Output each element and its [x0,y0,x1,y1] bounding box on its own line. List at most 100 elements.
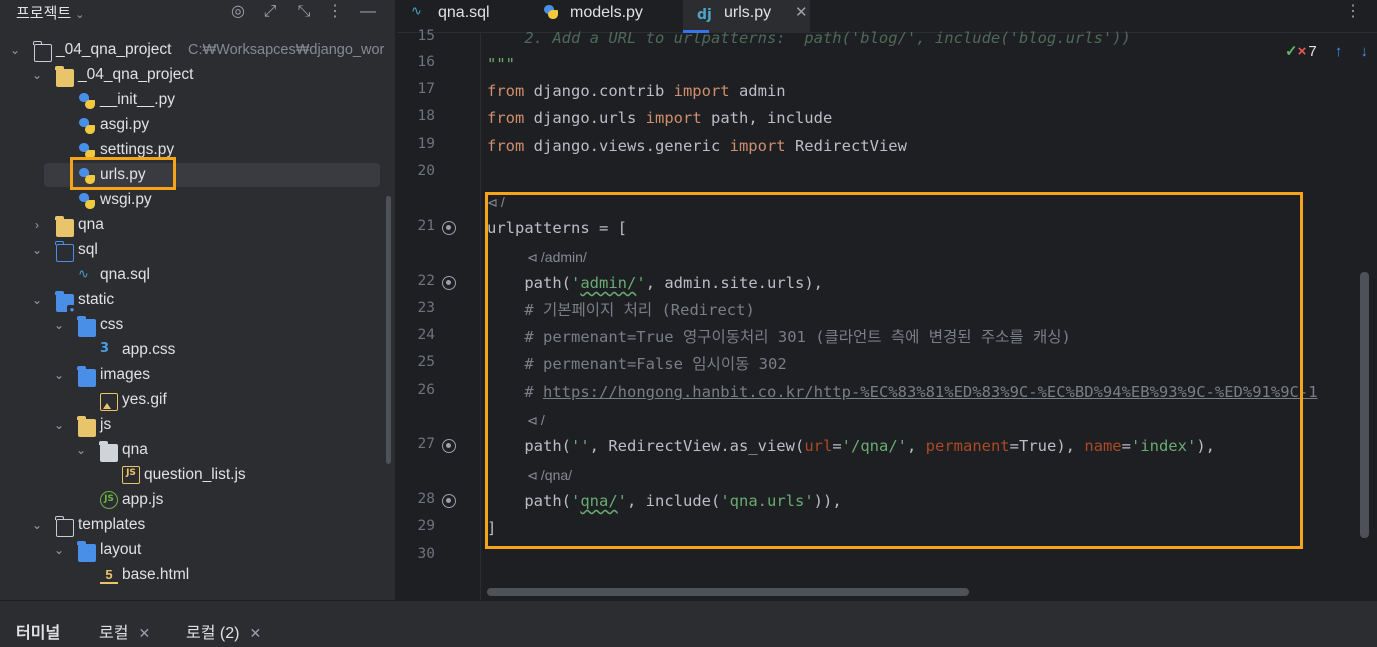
terminal-tab-local-2[interactable]: 로컬 (2) ✕ [186,619,261,643]
tree-item[interactable]: JS app.js [0,488,395,513]
folder-icon [33,41,52,62]
tree-item[interactable]: ⌄ js [0,413,395,438]
target-icon[interactable]: ◎ [228,2,248,22]
line-number: 22 [417,273,435,289]
code-line[interactable]: from django.views.generic import Redirec… [487,135,907,157]
line-number-gutter: 15 16 17 18 19 20 21 22 23 24 25 26 27 28 29 30 [397,28,481,600]
terminal-tab-local[interactable]: 로컬 ✕ [99,619,150,643]
tree-item[interactable]: ⌄ ● static [0,288,395,315]
tree-item[interactable]: ∿ qna.sql [0,263,395,288]
project-view-selector[interactable]: 프로젝트 ⌄ [16,2,84,23]
sidebar-scrollbar[interactable] [386,196,391,464]
tree-item[interactable]: ⌄ images [0,363,395,388]
tab-label: urls.py [724,4,772,21]
previous-highlight-icon[interactable]: ↑ [1335,43,1343,60]
tree-item[interactable]: › qna [0,213,395,238]
url-endpoint-icon[interactable] [442,221,456,235]
code-line[interactable]: from django.contrib import admin [487,80,786,102]
line-number: 25 [417,354,435,370]
url-route-hint[interactable]: ⊲ / [487,192,505,212]
code-line[interactable]: # https://hongong.hanbit.co.kr/http-%EC%… [487,381,1317,403]
tree-item[interactable]: yes.gif [0,388,395,413]
share-icon: ⊲ [527,250,538,265]
tree-item-label: static [78,291,115,308]
tree-item[interactable]: 3 app.css [0,338,395,363]
more-options-icon[interactable]: ⋮ [325,2,345,22]
hide-panel-icon[interactable]: — [358,2,378,22]
code-line[interactable]: ] [487,517,496,539]
tab-label: models.py [570,4,643,21]
tree-item[interactable]: urls.py [0,163,395,188]
code-line[interactable]: from django.urls import path, include [487,107,832,129]
code-line[interactable]: 2. Add a URL to urlpatterns: path('blog/… [487,27,1131,49]
folder-icon [55,216,74,237]
code-line[interactable]: path('', RedirectView.as_view(url='/qna/… [487,435,1215,457]
code-line[interactable]: """ [487,53,515,75]
tree-item[interactable]: 5 base.html [0,563,395,588]
chevron-down-icon[interactable]: ⌄ [52,366,66,384]
editor-horizontal-scrollbar[interactable] [487,588,969,596]
line-number: 29 [417,518,435,534]
tree-item[interactable]: ⌄ layout [0,538,395,563]
next-highlight-icon[interactable]: ↓ [1361,43,1369,60]
chevron-down-icon[interactable]: ⌄ [52,316,66,334]
code-line[interactable]: # 기본페이지 처리 (Redirect) [487,299,754,321]
nodejs-icon: JS [100,491,118,509]
more-options-icon[interactable]: ⋮ [1345,1,1361,21]
url-route-hint[interactable]: ⊲ / [527,410,545,430]
tree-item-label: _04_qna_project [78,66,194,83]
code-line[interactable]: path('qna/', include('qna.urls')), [487,490,841,512]
tree-item-label: sql [78,241,98,258]
inspection-widget[interactable]: ✓× 7 ↑ ↓ [1285,42,1368,60]
collapse-all-icon[interactable]: ⤡ [294,2,314,22]
tree-item[interactable]: ⌄ _04_qna_project [0,63,395,88]
chevron-down-icon[interactable]: ⌄ [30,516,44,534]
line-number: 24 [417,327,435,343]
tree-item-label: question_list.js [144,466,246,483]
tree-item-label: _04_qna_project [56,41,172,58]
code-line[interactable]: # permenant=False 임시이동 302 [487,353,786,375]
chevron-down-icon[interactable]: ⌄ [52,416,66,434]
tree-item-label: urls.py [100,166,146,183]
tree-item[interactable]: JS question_list.js [0,463,395,488]
chevron-down-icon[interactable]: ⌄ [8,41,22,59]
url-endpoint-icon[interactable] [442,276,456,290]
code-line[interactable]: path('admin/', admin.site.urls), [487,272,823,294]
tree-item[interactable]: ⌄ templates [0,513,395,538]
images-folder-icon [77,366,96,387]
url-route-hint[interactable]: ⊲/admin/ [527,247,587,267]
terminal-panel: 터미널 로컬 ✕ 로컬 (2) ✕ [0,600,1377,647]
url-route-hint[interactable]: ⊲/qna/ [527,465,572,485]
chevron-down-icon[interactable]: ⌄ [30,241,44,259]
tree-item[interactable]: asgi.py [0,113,395,138]
line-number: 21 [417,218,435,234]
url-endpoint-icon[interactable] [442,494,456,508]
code-line[interactable]: urlpatterns = [ [487,217,627,239]
tree-item[interactable]: wsgi.py [0,188,395,213]
editor-vertical-scrollbar[interactable] [1360,272,1369,538]
chevron-down-icon[interactable]: ⌄ [52,541,66,559]
line-number: 23 [417,300,435,316]
chevron-down-icon[interactable]: ⌄ [74,441,88,459]
project-panel-header: 프로젝트 ⌄ ◎ ⤢ ⤡ ⋮ — [0,0,395,26]
url-endpoint-icon[interactable] [442,439,456,453]
tree-item[interactable]: __init__.py [0,88,395,113]
close-tab-icon[interactable]: ✕ [795,0,808,25]
expand-all-icon[interactable]: ⤢ [260,2,280,22]
chevron-right-icon[interactable]: › [30,216,44,234]
code-area[interactable]: 2. Add a URL to urlpatterns: path('blog/… [487,29,1367,600]
code-line[interactable]: # permenant=True 영구이동처리 301 (클라언트 측에 변경된… [487,326,1071,348]
terminal-title: 터미널 [16,625,61,642]
close-icon[interactable]: ✕ [249,625,261,641]
route-hint-text: / [500,194,505,210]
tree-item[interactable]: settings.py [0,138,395,163]
tree-item[interactable]: ⌄ qna [0,438,395,463]
close-icon[interactable]: ✕ [138,625,150,641]
tab-label: qna.sql [438,4,490,21]
chevron-down-icon[interactable]: ⌄ [30,291,44,309]
chevron-down-icon[interactable]: ⌄ [30,66,44,84]
project-tree: ⌄ _04_qna_project C:₩Worksapces₩django_wor… [0,38,395,588]
tree-item[interactable]: ⌄ sql [0,238,395,263]
tree-item[interactable]: ⌄ _04_qna_project C:₩Worksapces₩django_wor [0,38,395,63]
tree-item[interactable]: ⌄ css [0,313,395,338]
